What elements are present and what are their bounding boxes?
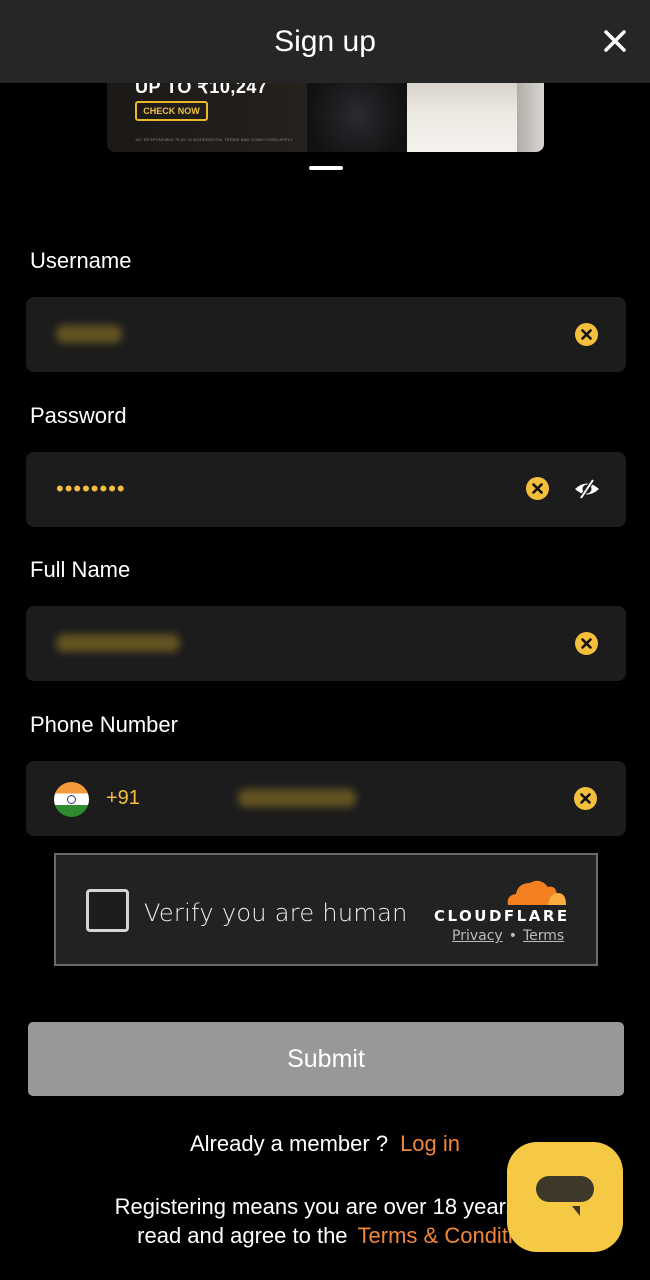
toggle-password-visibility-button[interactable] [573, 476, 601, 502]
verify-human-checkbox[interactable] [86, 889, 129, 932]
verify-human-label: Verify you are human [144, 899, 408, 927]
link-separator: • [508, 928, 517, 944]
cloudflare-links: Privacy • Terms [452, 928, 564, 944]
username-field[interactable] [26, 297, 626, 372]
password-label: Password [30, 403, 127, 428]
flag-chakra [67, 795, 76, 804]
chat-support-button[interactable] [507, 1142, 623, 1252]
full-name-field[interactable] [26, 606, 626, 681]
dial-code: +91 [106, 787, 140, 809]
header-bar: Sign up [0, 0, 650, 83]
username-clear-button[interactable] [575, 323, 598, 346]
eye-off-icon [575, 478, 599, 500]
close-icon [604, 30, 626, 52]
phone-value-blurred [238, 789, 356, 807]
legal-line-2: read and agree to the [137, 1223, 348, 1248]
full-name-value-blurred [56, 634, 180, 652]
privacy-link[interactable]: Privacy [452, 928, 503, 944]
already-member-text: Already a member ? [189, 1131, 389, 1156]
clear-icon [532, 483, 543, 494]
login-link[interactable]: Log in [400, 1131, 460, 1156]
password-clear-button[interactable] [526, 477, 549, 500]
close-button[interactable] [600, 26, 630, 56]
carousel-indicator[interactable] [309, 166, 343, 170]
username-label: Username [30, 248, 132, 273]
chat-bubble-icon [536, 1176, 594, 1216]
page-title: Sign up [274, 24, 376, 58]
clear-icon [580, 793, 591, 804]
banner-disclaimer: 18+ RESPONSIBLE PLAY IN MODERATION. TERM… [135, 137, 294, 142]
password-field[interactable]: •••••••• [26, 452, 626, 527]
password-masked-value: •••••••• [56, 476, 126, 501]
cloudflare-turnstile-widget: Verify you are human CLOUDFLARE Privacy •… [54, 853, 598, 966]
phone-number-field[interactable]: +91 [26, 761, 626, 836]
india-flag-icon[interactable] [54, 782, 89, 817]
username-value-blurred [56, 325, 122, 343]
full-name-label: Full Name [30, 557, 131, 582]
banner-check-now-button[interactable]: CHECK NOW [135, 101, 208, 121]
full-name-clear-button[interactable] [575, 632, 598, 655]
cloudflare-cloud-icon [507, 880, 566, 905]
clear-icon [581, 638, 592, 649]
phone-number-label: Phone Number [30, 712, 178, 737]
clear-icon [581, 329, 592, 340]
terms-link[interactable]: Terms [523, 928, 564, 944]
cloudflare-logo-text: CLOUDFLARE [434, 907, 570, 925]
terms-conditions-link[interactable]: Terms & Conditi [358, 1223, 513, 1248]
submit-button[interactable]: Submit [28, 1022, 624, 1096]
phone-clear-button[interactable] [574, 787, 597, 810]
